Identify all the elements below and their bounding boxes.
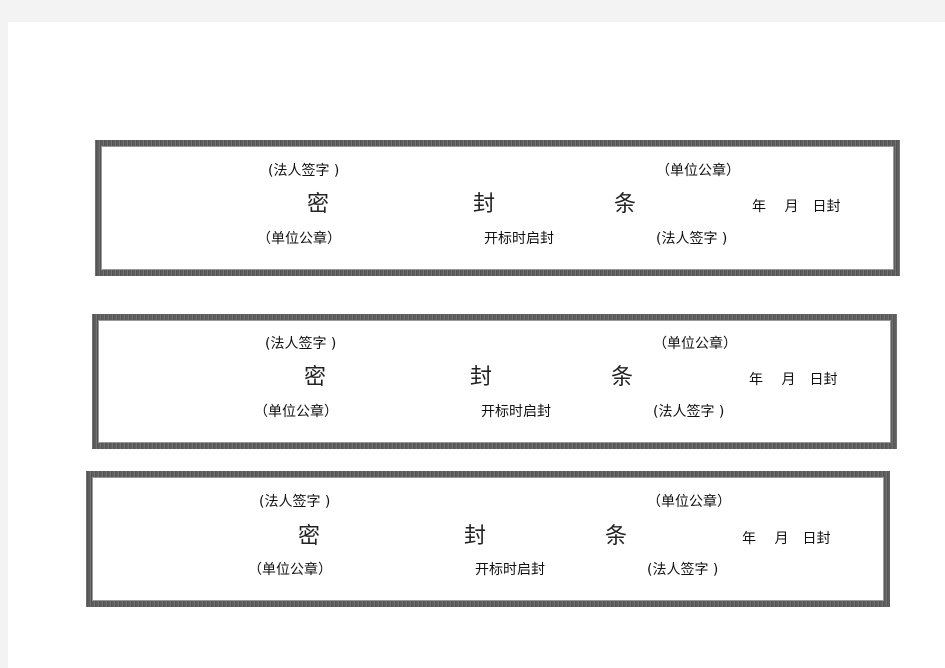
- company-seal-label: （单位公章）: [647, 494, 731, 510]
- title-char-mi: 密: [298, 524, 321, 549]
- title-char-mi: 密: [307, 192, 330, 217]
- title-char-feng: 封: [470, 365, 493, 390]
- title-char-tiao: 条: [605, 524, 628, 549]
- open-at-bid-opening-label: 开标时启封: [481, 404, 551, 420]
- title-char-tiao: 条: [611, 365, 634, 390]
- seal-date-label: 年 月 日封: [742, 531, 831, 547]
- title-char-tiao: 条: [614, 192, 637, 217]
- title-char-feng: 封: [473, 192, 496, 217]
- company-seal-label: （单位公章）: [248, 562, 332, 578]
- title-char-feng: 封: [464, 524, 487, 549]
- open-at-bid-opening-label: 开标时启封: [484, 231, 554, 247]
- legal-rep-signature-label: (法人签字 ): [647, 562, 719, 578]
- seal-date-label: 年 月 日封: [749, 372, 838, 388]
- legal-rep-signature-label: (法人签字 ): [259, 494, 331, 510]
- open-at-bid-opening-label: 开标时启封: [475, 562, 545, 578]
- company-seal-label: （单位公章）: [656, 163, 740, 179]
- legal-rep-signature-label: (法人签字 ): [268, 163, 340, 179]
- seal-date-label: 年 月 日封: [752, 199, 841, 215]
- title-char-mi: 密: [304, 365, 327, 390]
- company-seal-label: （单位公章）: [254, 404, 338, 420]
- legal-rep-signature-label: (法人签字 ): [265, 336, 337, 352]
- company-seal-label: （单位公章）: [257, 231, 341, 247]
- legal-rep-signature-label: (法人签字 ): [653, 404, 725, 420]
- company-seal-label: （单位公章）: [653, 336, 737, 352]
- legal-rep-signature-label: (法人签字 ): [656, 231, 728, 247]
